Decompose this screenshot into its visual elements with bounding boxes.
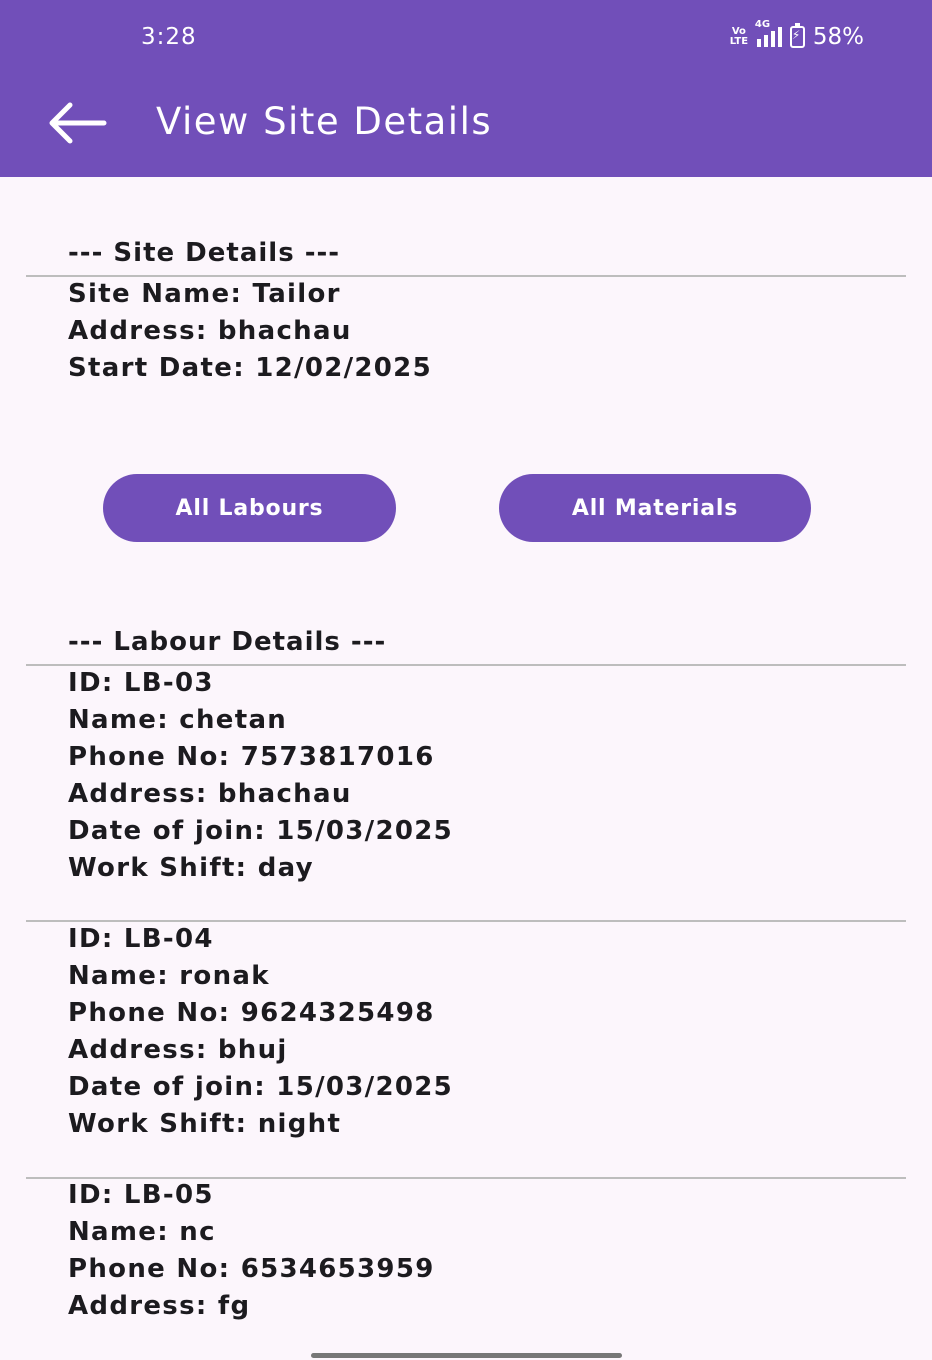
home-indicator[interactable] bbox=[311, 1353, 622, 1358]
labour-shift: Work Shift: day bbox=[68, 853, 314, 883]
site-address: Address: bhachau bbox=[68, 316, 352, 346]
labour-phone: Phone No: 7573817016 bbox=[68, 742, 435, 772]
labour-address: Address: fg bbox=[68, 1291, 251, 1321]
labour-join-date: Date of join: 15/03/2025 bbox=[68, 1072, 454, 1102]
divider bbox=[26, 920, 906, 922]
labour-shift: Work Shift: night bbox=[68, 1109, 342, 1139]
arrow-left-icon bbox=[49, 102, 107, 144]
labour-phone: Phone No: 9624325498 bbox=[68, 998, 435, 1028]
site-name: Site Name: Tailor bbox=[68, 279, 341, 309]
site-details-heading: --- Site Details --- bbox=[68, 238, 341, 268]
labour-join-date: Date of join: 15/03/2025 bbox=[68, 816, 454, 846]
divider bbox=[26, 275, 906, 277]
status-icons: VoLTE 4G 58% bbox=[729, 19, 864, 50]
volte-icon: Vo LTE bbox=[729, 26, 749, 47]
battery-percent: 58% bbox=[812, 24, 864, 50]
site-start-date: Start Date: 12/02/2025 bbox=[68, 353, 432, 383]
labour-phone: Phone No: 6534653959 bbox=[68, 1254, 435, 1284]
labour-address: Address: bhachau bbox=[68, 779, 352, 809]
battery-icon bbox=[789, 23, 805, 48]
labour-details-heading: --- Labour Details --- bbox=[68, 627, 387, 657]
back-button[interactable] bbox=[46, 100, 108, 146]
labour-id: ID: LB-03 bbox=[68, 668, 214, 698]
app-bar: 3:28 VoLTE 4G 58% View Site Details bbox=[0, 0, 932, 177]
labour-name: Name: chetan bbox=[68, 705, 288, 735]
divider bbox=[26, 1177, 906, 1179]
labour-id: ID: LB-05 bbox=[68, 1180, 214, 1210]
signal-icon: 4G bbox=[755, 19, 782, 47]
labour-name: Name: nc bbox=[68, 1217, 216, 1247]
labour-name: Name: ronak bbox=[68, 961, 270, 991]
status-time: 3:28 bbox=[141, 24, 197, 50]
divider bbox=[26, 664, 906, 666]
network-type-label: 4G bbox=[754, 19, 771, 30]
all-labours-button[interactable]: All Labours bbox=[103, 474, 396, 542]
all-materials-button[interactable]: All Materials bbox=[499, 474, 811, 542]
labour-id: ID: LB-04 bbox=[68, 924, 214, 954]
page-title: View Site Details bbox=[156, 100, 493, 143]
labour-address: Address: bhuj bbox=[68, 1035, 288, 1065]
